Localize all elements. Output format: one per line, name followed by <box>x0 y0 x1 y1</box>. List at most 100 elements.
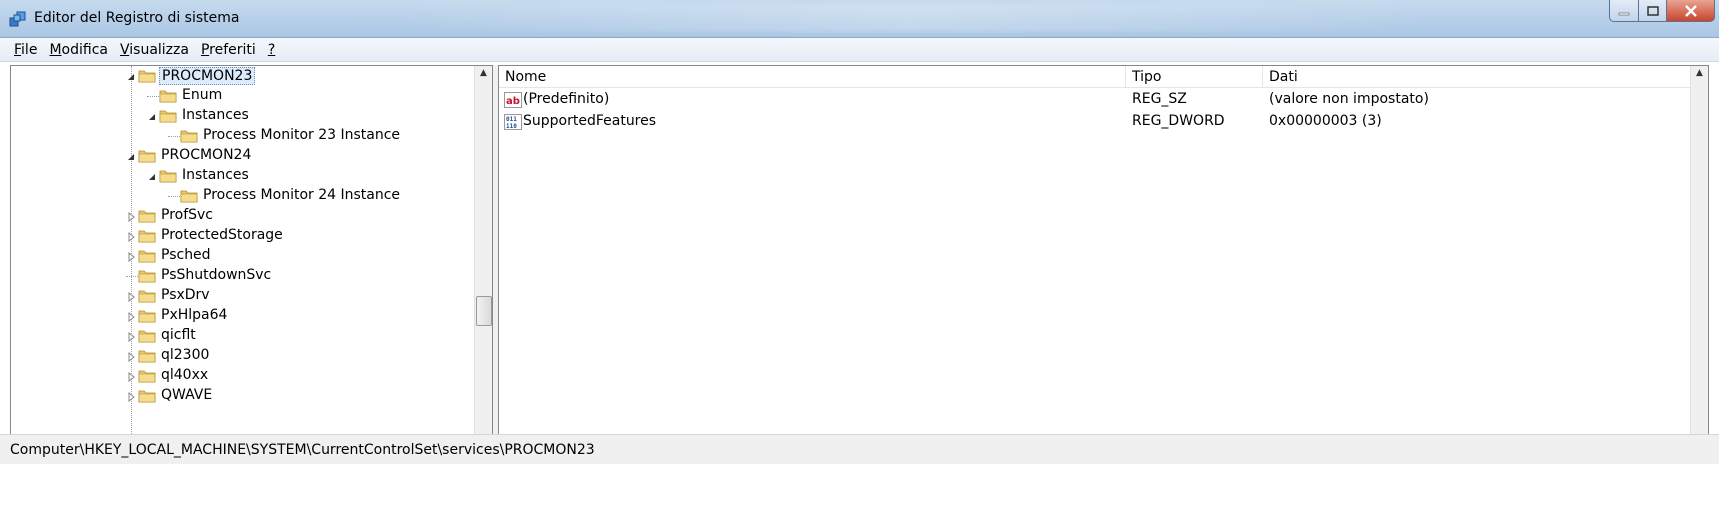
menu-bar: File Modifica Visualizza Preferiti? <box>0 38 1719 62</box>
tree-item[interactable]: ql2300 <box>11 346 473 366</box>
tree-item-label: Enum <box>182 87 223 103</box>
tree-item[interactable]: ql40xx <box>11 366 473 386</box>
table-row[interactable]: ab (Predefinito) REG_SZ (valore non imposta… <box>499 89 1691 111</box>
value-type: REG_DWORD <box>1132 113 1225 129</box>
tree-item[interactable]: Process Monitor 24 Instance <box>11 186 473 206</box>
folder-icon <box>138 388 156 403</box>
list-scroll-up-arrow-icon[interactable]: ▲ <box>1696 68 1703 78</box>
tree-item-label: PROCMON23 <box>159 67 256 85</box>
tree-connector <box>147 96 159 97</box>
svg-text:ab: ab <box>506 96 520 107</box>
collapsed-triangle-icon[interactable] <box>126 210 136 223</box>
tree-item-label: ql2300 <box>161 347 210 363</box>
tree-connector <box>126 276 138 277</box>
value-name: SupportedFeatures <box>523 113 657 129</box>
folder-icon <box>138 348 156 363</box>
expanded-triangle-icon[interactable] <box>126 150 136 160</box>
tree-item[interactable]: qicflt <box>11 326 473 346</box>
folder-icon <box>138 228 156 243</box>
tree-item[interactable]: ProtectedStorage <box>11 226 473 246</box>
tree-item[interactable]: ProfSvc <box>11 206 473 226</box>
collapsed-triangle-icon[interactable] <box>126 290 136 303</box>
folder-icon <box>138 248 156 263</box>
tree-item-label: PsxDrv <box>161 287 210 303</box>
tree-item-label: Instances <box>182 167 249 183</box>
minimize-button[interactable] <box>1609 0 1639 22</box>
tree-item[interactable]: Psched <box>11 246 473 266</box>
folder-icon <box>138 288 156 303</box>
column-header-data[interactable]: Dati <box>1263 66 1691 88</box>
tree-item[interactable]: PsxDrv <box>11 286 473 306</box>
menu-item-modifica[interactable]: Modifica <box>43 42 114 58</box>
folder-icon <box>159 108 177 123</box>
close-icon <box>1684 4 1697 17</box>
expanded-triangle-icon[interactable] <box>147 170 157 180</box>
folder-icon <box>138 148 156 163</box>
scroll-up-arrow-icon[interactable]: ▲ <box>480 68 487 78</box>
tree-item-label: PxHlpa64 <box>161 307 228 323</box>
maximize-icon <box>1646 5 1659 16</box>
key-tree[interactable]: QWAVE ql40xx ql2300 qicflt PxHlpa64 PsxDrv PsS… <box>10 65 493 465</box>
list-header: Nome Tipo Dati <box>499 66 1691 88</box>
tree-item-label: Psched <box>161 247 211 263</box>
tree-item-label: ProfSvc <box>161 207 214 223</box>
binary-value-icon: 011 110 <box>504 114 522 130</box>
tree-item[interactable]: QWAVE <box>11 386 473 406</box>
table-row[interactable]: 011 110 SupportedFeatures REG_DWORD 0x000000… <box>499 111 1691 133</box>
window-frame-bottom <box>0 464 1719 511</box>
expanded-triangle-icon[interactable] <box>147 110 157 120</box>
title-bar[interactable]: Editor del Registro di sistema <box>0 0 1719 38</box>
collapsed-triangle-icon[interactable] <box>126 250 136 263</box>
menu-item-preferiti[interactable]: Preferiti <box>195 42 262 58</box>
maximize-button[interactable] <box>1639 0 1667 22</box>
tree-item[interactable]: PxHlpa64 <box>11 306 473 326</box>
tree-vertical-scrollbar[interactable]: ▲ ▼ <box>474 66 492 448</box>
tree-item[interactable]: Instances <box>11 166 473 186</box>
tree-connector <box>168 136 180 137</box>
collapsed-triangle-icon[interactable] <box>126 310 136 323</box>
tree-item[interactable]: PsShutdownSvc <box>11 266 473 286</box>
collapsed-triangle-icon[interactable] <box>126 330 136 343</box>
list-vertical-scrollbar[interactable]: ▲ ▼ <box>1690 66 1708 448</box>
tree-item[interactable]: Process Monitor 23 Instance <box>11 126 473 146</box>
tree-item[interactable]: Enum <box>11 86 473 106</box>
folder-icon <box>180 128 198 143</box>
folder-icon <box>138 208 156 223</box>
svg-text:011: 011 <box>506 116 517 123</box>
string-value-icon: ab <box>504 92 522 108</box>
column-header-name[interactable]: Nome <box>499 66 1126 88</box>
folder-icon <box>138 368 156 383</box>
folder-icon <box>159 88 177 103</box>
collapsed-triangle-icon[interactable] <box>126 350 136 363</box>
collapsed-triangle-icon[interactable] <box>126 230 136 243</box>
folder-icon <box>138 68 156 83</box>
tree-item[interactable]: PROCMON24 <box>11 146 473 166</box>
tree-item[interactable]: PROCMON23 <box>11 66 473 86</box>
menu-item-visualizza[interactable]: Visualizza <box>114 42 195 58</box>
window-title: Editor del Registro di sistema <box>34 10 240 26</box>
svg-text:110: 110 <box>506 123 517 130</box>
collapsed-triangle-icon[interactable] <box>126 390 136 403</box>
tree-item-label: PROCMON24 <box>161 147 252 163</box>
folder-icon <box>159 168 177 183</box>
tree-item-label: Process Monitor 24 Instance <box>203 187 401 203</box>
expanded-triangle-icon[interactable] <box>126 70 136 80</box>
values-list[interactable]: Nome Tipo Dati ab (Predefinito) REG_SZ (val… <box>498 65 1709 465</box>
value-name: (Predefinito) <box>523 91 610 107</box>
value-data: (valore non impostato) <box>1269 91 1429 107</box>
tree-item-label: Process Monitor 23 Instance <box>203 127 401 143</box>
menu-item-file[interactable]: File <box>8 42 43 58</box>
column-header-type[interactable]: Tipo <box>1126 66 1263 88</box>
folder-icon <box>138 268 156 283</box>
tree-item-label: ql40xx <box>161 367 209 383</box>
tree-item-label: QWAVE <box>161 387 213 403</box>
menu-item-help[interactable]: ? <box>262 42 281 58</box>
collapsed-triangle-icon[interactable] <box>126 370 136 383</box>
background-blur <box>360 4 1460 32</box>
folder-icon <box>138 308 156 323</box>
tree-item-label: Instances <box>182 107 249 123</box>
close-button[interactable] <box>1667 0 1715 22</box>
tree-scroll-thumb[interactable] <box>476 296 492 326</box>
value-type: REG_SZ <box>1132 91 1187 107</box>
tree-item[interactable]: Instances <box>11 106 473 126</box>
